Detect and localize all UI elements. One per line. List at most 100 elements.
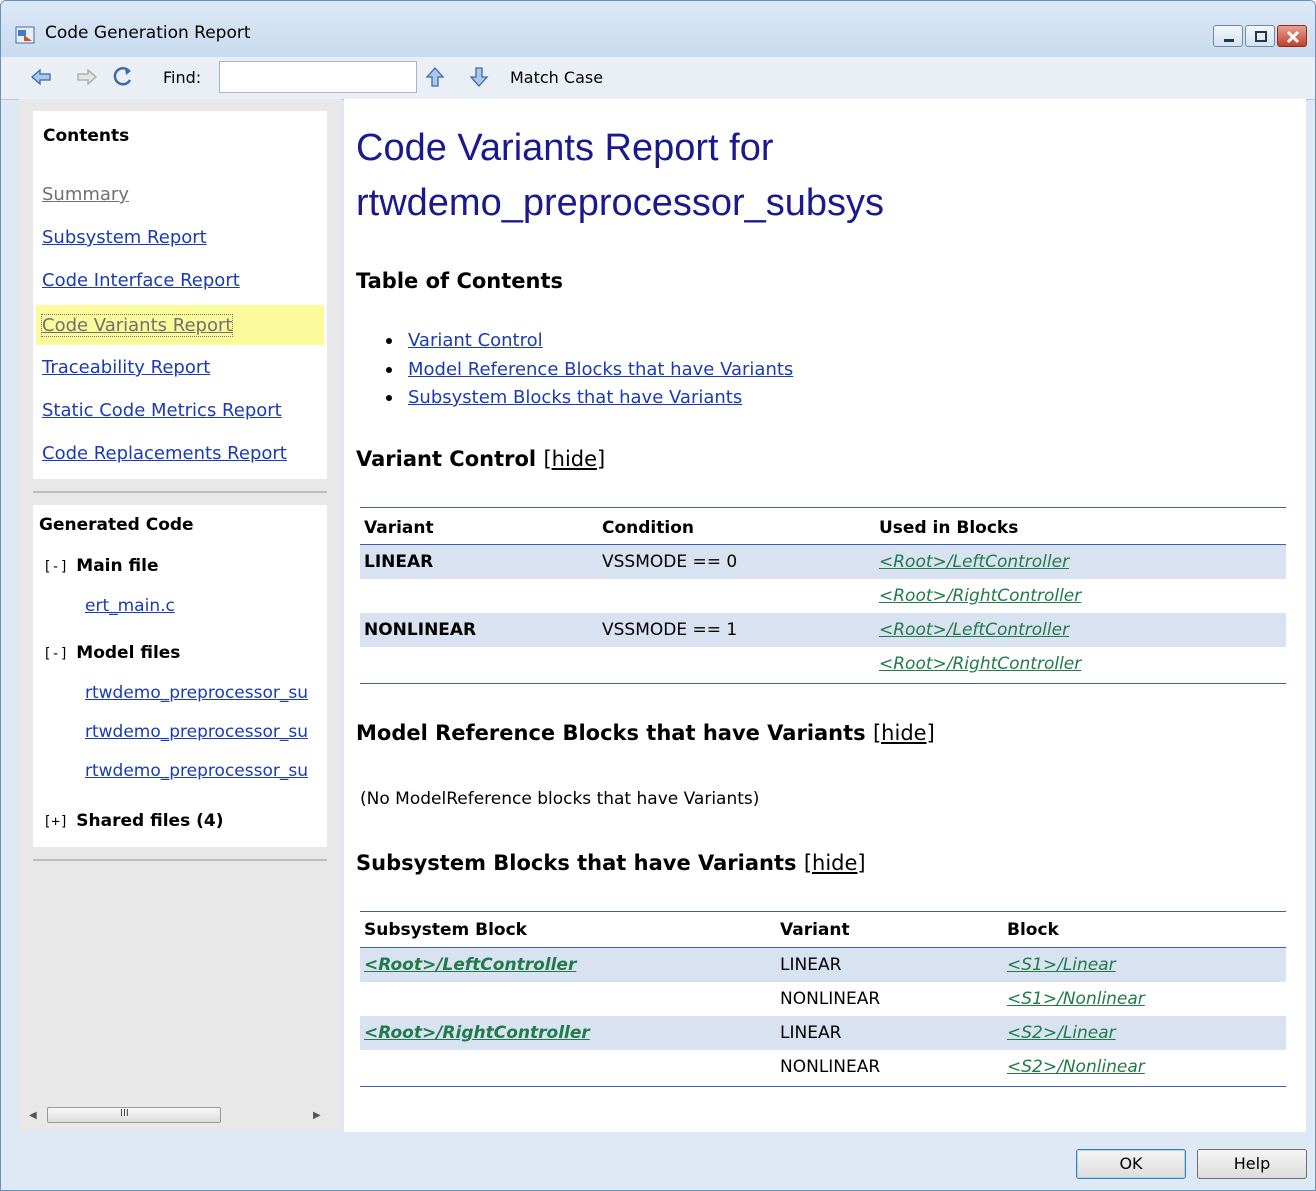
- scroll-thumb[interactable]: III: [47, 1107, 221, 1123]
- find-label: Find:: [163, 68, 202, 87]
- forward-arrow-icon[interactable]: [75, 65, 99, 89]
- ok-button[interactable]: OK: [1076, 1149, 1186, 1179]
- table-cell: LINEAR: [364, 552, 434, 572]
- block-link[interactable]: <Root>/RightController: [879, 586, 1081, 606]
- variant-control-title: Variant Control: [356, 447, 537, 471]
- find-down-icon[interactable]: [467, 65, 491, 89]
- nav-traceability-report[interactable]: Traceability Report: [42, 357, 210, 378]
- file-link[interactable]: rtwdemo_preprocessor_su: [85, 683, 308, 703]
- page-title-line-2: rtwdemo_preprocessor_subsys: [356, 182, 885, 224]
- block-link[interactable]: <S1>/Linear: [1007, 955, 1116, 975]
- toc-item: Model Reference Blocks that have Variant…: [386, 359, 793, 380]
- match-case-toggle[interactable]: Match Case: [510, 68, 603, 87]
- model-reference-heading: Model Reference Blocks that have Variant…: [356, 721, 935, 745]
- maximize-icon: [1255, 31, 1267, 42]
- model-reference-title: Model Reference Blocks that have Variant…: [356, 721, 866, 745]
- hide-link[interactable]: [hide]: [804, 851, 866, 875]
- toc-link-subsystem-blocks[interactable]: Subsystem Blocks that have Variants: [408, 387, 742, 408]
- hide-link[interactable]: [hide]: [543, 447, 605, 471]
- report-window: Code Generation Report Find: Match Case …: [0, 0, 1316, 1191]
- subsystem-link[interactable]: <Root>/LeftController: [364, 955, 576, 975]
- toc-link-variant-control[interactable]: Variant Control: [408, 330, 543, 351]
- nav-code-variants-report[interactable]: Code Variants Report: [36, 305, 324, 345]
- contents-panel: Contents Summary Subsystem Report Code I…: [33, 111, 327, 479]
- table-row: <Root>/RightController: [360, 647, 1286, 681]
- file-link[interactable]: rtwdemo_preprocessor_su: [85, 722, 308, 742]
- column-header: Used in Blocks: [879, 518, 1019, 538]
- scroll-right-icon[interactable]: ▶: [313, 1110, 321, 1121]
- grip-icon: III: [120, 1108, 129, 1119]
- find-up-icon[interactable]: [423, 65, 447, 89]
- file-link[interactable]: rtwdemo_preprocessor_su: [85, 761, 308, 781]
- block-link[interactable]: <Root>/RightController: [879, 654, 1081, 674]
- table-cell: NONLINEAR: [364, 620, 477, 640]
- nav-code-replacements-report[interactable]: Code Replacements Report: [42, 443, 287, 464]
- main-file-toggle[interactable]: [-]: [43, 559, 68, 575]
- model-reference-empty-text: (No ModelReference blocks that have Vari…: [360, 789, 760, 809]
- divider: [33, 859, 327, 861]
- nav-code-variants-label: Code Variants Report: [40, 314, 234, 337]
- model-files-toggle[interactable]: [-]: [43, 646, 68, 662]
- generated-code-panel: Generated Code [-] Main file ert_main.c […: [33, 505, 327, 847]
- block-link[interactable]: <S1>/Nonlinear: [1007, 989, 1145, 1009]
- table-row: NONLINEAR <S2>/Nonlinear: [360, 1050, 1286, 1084]
- model-files-section[interactable]: [-] Model files: [43, 643, 180, 663]
- toc-link-model-reference[interactable]: Model Reference Blocks that have Variant…: [408, 359, 793, 380]
- block-link[interactable]: <S2>/Nonlinear: [1007, 1057, 1145, 1077]
- table-row: NONLINEAR VSSMODE == 1 <Root>/LeftContro…: [360, 613, 1286, 647]
- table-row: <Root>/RightController: [360, 579, 1286, 613]
- table-cell: LINEAR: [780, 955, 842, 975]
- column-header: Variant: [364, 518, 434, 538]
- shared-files-section[interactable]: [+] Shared files (4): [43, 811, 223, 831]
- table-cell: LINEAR: [780, 1023, 842, 1043]
- subsystem-link[interactable]: <Root>/RightController: [364, 1023, 590, 1043]
- table-cell: VSSMODE == 1: [602, 620, 738, 640]
- column-header: Condition: [602, 518, 694, 538]
- sidebar-horizontal-scrollbar[interactable]: ◀ III ▶: [19, 1104, 341, 1126]
- model-files-label: Model files: [76, 643, 181, 663]
- subsystem-blocks-heading: Subsystem Blocks that have Variants [hid…: [356, 851, 866, 875]
- nav-code-interface-report[interactable]: Code Interface Report: [42, 270, 240, 291]
- divider: [33, 491, 327, 493]
- block-link[interactable]: <Root>/LeftController: [879, 552, 1069, 572]
- column-header: Subsystem Block: [364, 920, 527, 940]
- hide-link[interactable]: [hide]: [873, 721, 935, 745]
- main-file-label: Main file: [76, 556, 159, 576]
- table-rule: [360, 507, 1286, 508]
- column-header: Variant: [780, 920, 850, 940]
- nav-static-code-metrics-report[interactable]: Static Code Metrics Report: [42, 400, 282, 421]
- bullet-icon: [386, 395, 392, 401]
- main-file-section[interactable]: [-] Main file: [43, 556, 159, 576]
- nav-subsystem-report[interactable]: Subsystem Report: [42, 227, 207, 248]
- table-cell: NONLINEAR: [780, 1057, 881, 1077]
- table-rule: [360, 911, 1286, 912]
- minimize-button[interactable]: [1213, 25, 1243, 47]
- toc-item: Subsystem Blocks that have Variants: [386, 387, 742, 408]
- table-cell: VSSMODE == 0: [602, 552, 738, 572]
- refresh-icon[interactable]: [111, 65, 135, 89]
- nav-summary[interactable]: Summary: [42, 184, 129, 205]
- toc-item: Variant Control: [386, 330, 543, 351]
- scroll-left-icon[interactable]: ◀: [29, 1110, 37, 1121]
- table-row: <Root>/LeftController LINEAR <S1>/Linear: [360, 948, 1286, 982]
- maximize-button[interactable]: [1245, 25, 1275, 47]
- table-row: NONLINEAR <S1>/Nonlinear: [360, 982, 1286, 1016]
- bullet-icon: [386, 338, 392, 344]
- minimize-icon: [1224, 39, 1234, 42]
- shared-files-toggle[interactable]: [+]: [43, 814, 68, 830]
- back-arrow-icon[interactable]: [29, 65, 53, 89]
- file-link[interactable]: ert_main.c: [85, 596, 175, 616]
- column-header: Block: [1007, 920, 1059, 940]
- close-icon: [1286, 30, 1300, 44]
- help-button[interactable]: Help: [1197, 1149, 1307, 1179]
- find-input[interactable]: [219, 61, 417, 93]
- block-link[interactable]: <Root>/LeftController: [879, 620, 1069, 640]
- close-button[interactable]: [1277, 25, 1307, 47]
- shared-files-label: Shared files (4): [76, 811, 224, 831]
- block-link[interactable]: <S2>/Linear: [1007, 1023, 1116, 1043]
- toolbar: Find: Match Case: [1, 57, 1315, 100]
- bullet-icon: [386, 367, 392, 373]
- table-row: LINEAR VSSMODE == 0 <Root>/LeftControlle…: [360, 545, 1286, 579]
- page-title: Code Variants Report for rtwdemo_preproc…: [356, 121, 1256, 231]
- generated-code-title: Generated Code: [39, 515, 194, 535]
